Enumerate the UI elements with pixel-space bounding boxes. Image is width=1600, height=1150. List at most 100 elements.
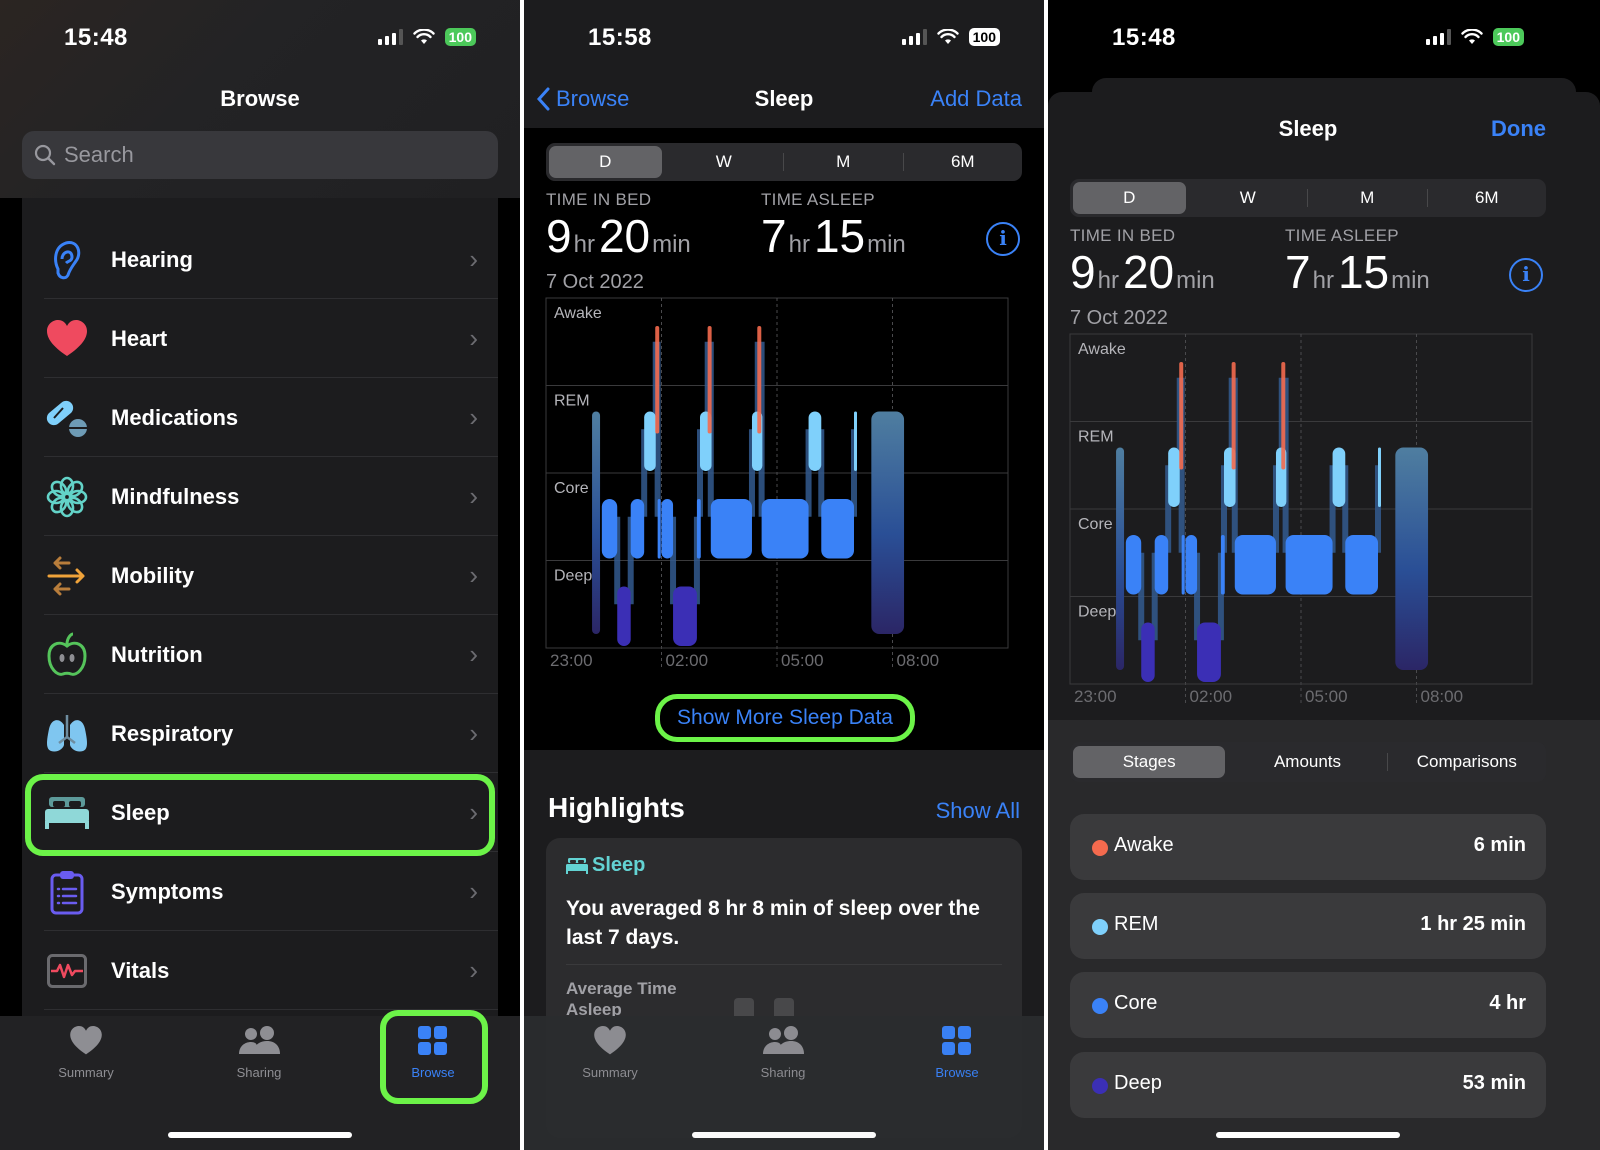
- stage-block-rem: [644, 411, 656, 471]
- home-indicator[interactable]: [168, 1132, 352, 1138]
- stage-block-deep: [673, 586, 697, 646]
- stage-block-awake: [1231, 362, 1236, 470]
- deep-color-dot: [1092, 1078, 1108, 1094]
- show-all-link[interactable]: Show All: [936, 798, 1020, 824]
- category-item-respiratory[interactable]: Respiratory ›: [22, 694, 498, 773]
- people-icon: [239, 1026, 280, 1054]
- chevron-right-icon: ›: [469, 402, 478, 432]
- category-item-heart[interactable]: Heart ›: [22, 299, 498, 378]
- sleep-screen: Browse Sleep Add Data 15:58 100 D W M 6M…: [524, 0, 1044, 1150]
- status-bar: 15:48 100: [1048, 22, 1600, 58]
- view-selector: Stages Amounts Comparisons: [1070, 742, 1546, 782]
- period-tab-month[interactable]: M: [1311, 182, 1424, 214]
- in-bed-start: [592, 411, 601, 634]
- time-asleep-stat: TIME ASLEEP 7hr15min: [1285, 226, 1430, 298]
- period-selector: D W M 6M: [1070, 179, 1546, 217]
- category-item-mindfulness[interactable]: Mindfulness ›: [22, 457, 498, 536]
- period-tab-week[interactable]: W: [668, 146, 781, 178]
- stage-row-rem[interactable]: REM 1 hr 25 min: [1070, 893, 1546, 959]
- cellular-signal-icon: [901, 29, 927, 45]
- waveform-icon: [44, 948, 90, 994]
- x-tick-label: 23:00: [1074, 687, 1117, 706]
- stage-row-awake[interactable]: Awake 6 min: [1070, 814, 1546, 880]
- rem-color-dot: [1092, 919, 1108, 935]
- in-bed-end: [871, 411, 905, 634]
- search-placeholder: Search: [64, 142, 134, 167]
- category-item-hearing[interactable]: Hearing ›: [22, 220, 498, 299]
- stage-block-deep: [617, 586, 631, 646]
- tab-bar: Summary Sharing Browse: [524, 1016, 1044, 1150]
- stage-block-deep: [1197, 622, 1221, 682]
- stage-label-core: Core: [554, 480, 589, 497]
- stage-label-deep: Deep: [554, 568, 592, 585]
- category-item-medications[interactable]: Medications ›: [22, 378, 498, 457]
- period-tab-6month[interactable]: 6M: [907, 146, 1020, 178]
- chevron-right-icon: ›: [469, 718, 478, 748]
- status-bar: 15:58 100: [524, 22, 1044, 58]
- period-tab-day[interactable]: D: [549, 146, 662, 178]
- home-indicator[interactable]: [692, 1132, 876, 1138]
- stage-row-deep[interactable]: Deep 53 min: [1070, 1052, 1546, 1118]
- flower-icon: [44, 474, 90, 520]
- stage-row-core[interactable]: Core 4 hr: [1070, 972, 1546, 1038]
- stage-block-core: [661, 499, 674, 559]
- chevron-right-icon: ›: [469, 876, 478, 906]
- status-time: 15:48: [1112, 24, 1176, 51]
- status-time: 15:58: [588, 24, 652, 51]
- stage-block-core: [696, 499, 701, 559]
- highlight-card-text: You averaged 8 hr 8 min of sleep over th…: [566, 897, 980, 949]
- sleep-detail-screen: 15:48 100 Sleep Done D W M 6M TIME IN BE…: [1048, 0, 1600, 1150]
- show-more-sleep-data-button[interactable]: Show More Sleep Data: [655, 694, 915, 742]
- category-item-vitals[interactable]: Vitals ›: [22, 931, 498, 1010]
- info-icon[interactable]: i: [1509, 258, 1543, 292]
- chevron-right-icon: ›: [469, 244, 478, 274]
- heart-icon: [594, 1026, 626, 1055]
- ear-icon: [44, 237, 90, 283]
- core-color-dot: [1092, 998, 1108, 1014]
- stage-block-awake: [1179, 362, 1184, 470]
- view-tab-amounts[interactable]: Amounts: [1231, 746, 1383, 778]
- add-data-button[interactable]: Add Data: [930, 86, 1022, 112]
- stage-label-deep: Deep: [1078, 604, 1116, 621]
- tab-sharing[interactable]: Sharing: [723, 1026, 843, 1080]
- stage-block-core: [630, 499, 645, 559]
- battery-indicator: 100: [444, 28, 476, 46]
- period-tab-month[interactable]: M: [787, 146, 900, 178]
- stage-block-core: [1185, 535, 1198, 595]
- category-item-nutrition[interactable]: Nutrition ›: [22, 615, 498, 694]
- view-tab-stages[interactable]: Stages: [1073, 746, 1226, 778]
- view-tab-comparisons[interactable]: Comparisons: [1391, 746, 1543, 778]
- home-indicator[interactable]: [1216, 1132, 1400, 1138]
- tab-browse[interactable]: Browse: [897, 1026, 1017, 1080]
- sleep-stages-chart: Awake REM Core Deep 23:00 02:00 05:00 08:00: [544, 296, 1012, 676]
- chevron-right-icon: ›: [469, 481, 478, 511]
- period-tab-week[interactable]: W: [1192, 182, 1305, 214]
- stage-block-core: [821, 499, 854, 559]
- period-tab-day[interactable]: D: [1073, 182, 1186, 214]
- stage-block-awake: [757, 326, 762, 434]
- stage-block-core: [761, 499, 809, 559]
- page-title: Browse: [220, 86, 300, 111]
- tab-sharing[interactable]: Sharing: [199, 1026, 319, 1080]
- stage-label-rem: REM: [1078, 429, 1114, 446]
- stage-label-rem: REM: [554, 393, 590, 410]
- stage-block-core: [1181, 535, 1185, 595]
- clipboard-icon: [44, 869, 90, 915]
- tab-summary[interactable]: Summary: [26, 1026, 146, 1080]
- stage-block-core: [1345, 535, 1378, 595]
- category-item-mobility[interactable]: Mobility ›: [22, 536, 498, 615]
- search-input[interactable]: Search: [22, 131, 498, 179]
- stage-block-rem: [1168, 447, 1180, 507]
- info-icon[interactable]: i: [986, 222, 1020, 256]
- category-item-symptoms[interactable]: Symptoms ›: [22, 852, 498, 931]
- date-label: 7 Oct 2022: [546, 271, 644, 293]
- period-tab-6month[interactable]: 6M: [1431, 182, 1544, 214]
- category-list: Hearing › Heart › Medications › Mindfuln…: [22, 198, 498, 1150]
- cellular-signal-icon: [377, 29, 403, 45]
- stage-block-rem: [854, 411, 857, 471]
- done-button[interactable]: Done: [1491, 116, 1546, 142]
- chevron-right-icon: ›: [469, 323, 478, 353]
- stage-label-awake: Awake: [1078, 341, 1126, 358]
- tab-summary[interactable]: Summary: [550, 1026, 670, 1080]
- wifi-icon: [412, 29, 435, 44]
